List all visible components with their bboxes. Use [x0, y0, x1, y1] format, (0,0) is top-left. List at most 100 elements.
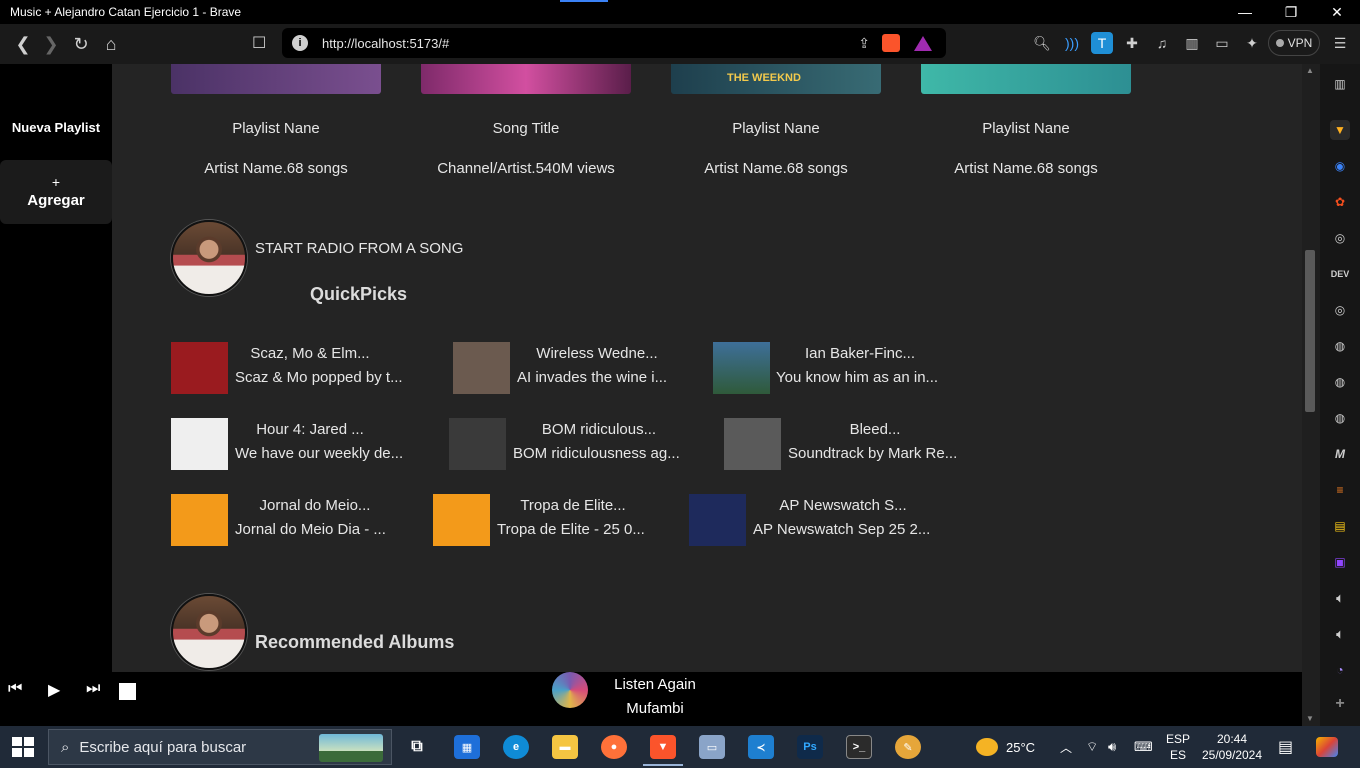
scroll-down-icon[interactable]: ▼ — [1305, 714, 1315, 723]
playlist-cover[interactable] — [921, 64, 1131, 94]
start-radio-label[interactable]: START RADIO FROM A SONG — [255, 240, 463, 257]
notifications-icon[interactable]: ▤ — [1278, 726, 1293, 768]
leo-sidebar-icon[interactable]: ▼ — [1330, 120, 1350, 140]
photoshop-icon[interactable]: Ps — [797, 735, 823, 759]
extensions-icon[interactable]: ✚ — [1121, 32, 1143, 54]
stackoverflow-icon[interactable]: ≡ — [1330, 480, 1350, 500]
radio-waves-icon[interactable]: ))) — [1061, 32, 1083, 54]
forward-icon[interactable]: ❯ — [36, 29, 66, 59]
minimize-button[interactable]: — — [1222, 0, 1268, 24]
quickpick-thumbnail[interactable] — [453, 342, 510, 394]
song-cover[interactable] — [421, 64, 631, 94]
scrollbar-thumb[interactable] — [1305, 250, 1315, 412]
quickpick-title[interactable]: BOM ridiculous... — [513, 421, 685, 438]
quickpick-thumbnail[interactable] — [449, 418, 506, 470]
app-icon[interactable]: ▭ — [699, 735, 725, 759]
language-indicator[interactable]: ESP ES — [1166, 726, 1190, 768]
reload-icon[interactable]: ↻ — [66, 29, 96, 59]
twitch-icon[interactable]: ▣ — [1330, 552, 1350, 572]
podcast-icon[interactable]: ◔ — [1330, 660, 1350, 680]
card-title[interactable]: Playlist Nane — [901, 120, 1151, 137]
search-icon[interactable]: 🔍︎ — [1031, 32, 1053, 54]
firefox-icon[interactable]: ● — [601, 735, 627, 759]
brave-rewards-icon[interactable] — [914, 35, 932, 51]
share-icon[interactable]: ⇪ — [858, 35, 870, 52]
medium-icon[interactable]: M — [1330, 444, 1350, 464]
quickpick-title[interactable]: Ian Baker-Finc... — [776, 345, 944, 362]
app-icon[interactable]: ◎ — [1330, 300, 1350, 320]
sidebar-panel-icon[interactable]: ▥ — [1330, 74, 1350, 94]
file-explorer-icon[interactable]: ▬ — [552, 735, 578, 759]
dev-icon[interactable]: DEV — [1330, 264, 1350, 284]
quickpick-thumbnail[interactable] — [724, 418, 781, 470]
previous-track-icon[interactable]: ⏮ — [8, 680, 22, 698]
vpn-button[interactable]: VPN — [1268, 30, 1320, 56]
quickpick-title[interactable]: Wireless Wedne... — [517, 345, 677, 362]
wifi-icon[interactable]: ⌔ — [1086, 726, 1098, 768]
app-tray-icon[interactable] — [1316, 726, 1338, 768]
brave-icon[interactable]: ▼ — [650, 735, 676, 759]
wallet-icon[interactable]: ▭ — [1211, 32, 1233, 54]
close-button[interactable]: ✕ — [1314, 0, 1360, 24]
quickpick-title[interactable]: Tropa de Elite... — [497, 497, 649, 514]
add-playlist-button[interactable]: + Agregar — [0, 160, 112, 224]
next-track-icon[interactable]: ⏭ — [86, 680, 100, 698]
menu-icon[interactable]: ☰ — [1329, 32, 1351, 54]
card-title[interactable]: Song Title — [401, 120, 651, 137]
sidebar-toggle-icon[interactable]: ▥ — [1181, 32, 1203, 54]
compass-icon[interactable]: ◉ — [1330, 156, 1350, 176]
quickpick-thumbnail[interactable] — [171, 494, 228, 546]
weather-widget[interactable]: 25°C — [976, 726, 1035, 768]
quickpick-thumbnail[interactable] — [689, 494, 746, 546]
stop-icon[interactable] — [119, 683, 136, 700]
figma-icon[interactable]: ✿ — [1330, 192, 1350, 212]
quickpick-title[interactable]: Scaz, Mo & Elm... — [235, 345, 385, 362]
url-text[interactable]: http://localhost:5173/# — [322, 36, 858, 51]
globe-icon[interactable]: ◍ — [1330, 408, 1350, 428]
scroll-up-icon[interactable]: ▲ — [1305, 66, 1315, 75]
maximize-button[interactable]: ❐ — [1268, 0, 1314, 24]
quickpick-thumbnail[interactable] — [171, 418, 228, 470]
playlist-cover[interactable] — [171, 64, 381, 94]
paint-icon[interactable]: ✎ — [895, 735, 921, 759]
terminal-icon[interactable]: >_ — [846, 735, 872, 759]
vscode-icon[interactable]: ≺ — [748, 735, 774, 759]
add-sidebar-item-icon[interactable]: + — [1330, 694, 1350, 714]
quickpick-title[interactable]: Jornal do Meio... — [235, 497, 395, 514]
bookmark-icon[interactable]: ☐ — [252, 33, 266, 53]
quickpick-thumbnail[interactable] — [433, 494, 490, 546]
volume-icon[interactable]: 🔊︎ — [1108, 726, 1116, 768]
site-info-icon[interactable]: i — [292, 35, 308, 51]
quickpick-thumbnail[interactable] — [171, 342, 228, 394]
edge-icon[interactable]: e — [503, 735, 529, 759]
leo-ai-icon[interactable]: ✦ — [1241, 32, 1263, 54]
app-icon[interactable]: ◎ — [1330, 228, 1350, 248]
play-icon[interactable]: ▶ — [48, 680, 60, 700]
quickpick-title[interactable]: AP Newswatch S... — [753, 497, 933, 514]
clock[interactable]: 20:44 25/09/2024 — [1200, 726, 1264, 768]
brave-shields-icon[interactable] — [882, 34, 900, 52]
task-view-icon[interactable]: ⧉ — [404, 735, 430, 759]
card-title[interactable]: Playlist Nane — [151, 120, 401, 137]
speaker-icon[interactable]: 🔈︎ — [1330, 624, 1350, 644]
back-icon[interactable]: ❮ — [8, 29, 38, 59]
speaker-icon[interactable]: 🔈︎ — [1330, 588, 1350, 608]
notes-icon[interactable]: ▤ — [1330, 516, 1350, 536]
quickpick-thumbnail[interactable] — [713, 342, 770, 394]
quickpick-title[interactable]: Bleed... — [788, 421, 962, 438]
home-icon[interactable]: ⌂ — [96, 29, 126, 59]
card-title[interactable]: Playlist Nane — [651, 120, 901, 137]
store-icon[interactable]: ▦ — [454, 735, 480, 759]
playlist-cover[interactable]: THE WEEKND — [671, 64, 881, 94]
globe-icon[interactable]: ◍ — [1330, 372, 1350, 392]
quickpick-title[interactable]: Hour 4: Jared ... — [235, 421, 385, 438]
windows-start-icon[interactable] — [12, 737, 34, 757]
globe-icon[interactable]: ◍ — [1330, 336, 1350, 356]
tray-chevron-icon[interactable]: ︿ — [1060, 726, 1072, 768]
page-scrollbar[interactable]: ▲ ▼ — [1302, 64, 1318, 726]
address-bar[interactable]: i http://localhost:5173/# ⇪ — [282, 28, 946, 58]
taskbar-search[interactable]: ⌕ Escribe aquí para buscar — [48, 729, 392, 765]
keyboard-icon[interactable]: ⌨ — [1134, 726, 1153, 768]
translate-extension-icon[interactable]: T — [1091, 32, 1113, 54]
music-note-icon[interactable]: ♫ — [1151, 32, 1173, 54]
